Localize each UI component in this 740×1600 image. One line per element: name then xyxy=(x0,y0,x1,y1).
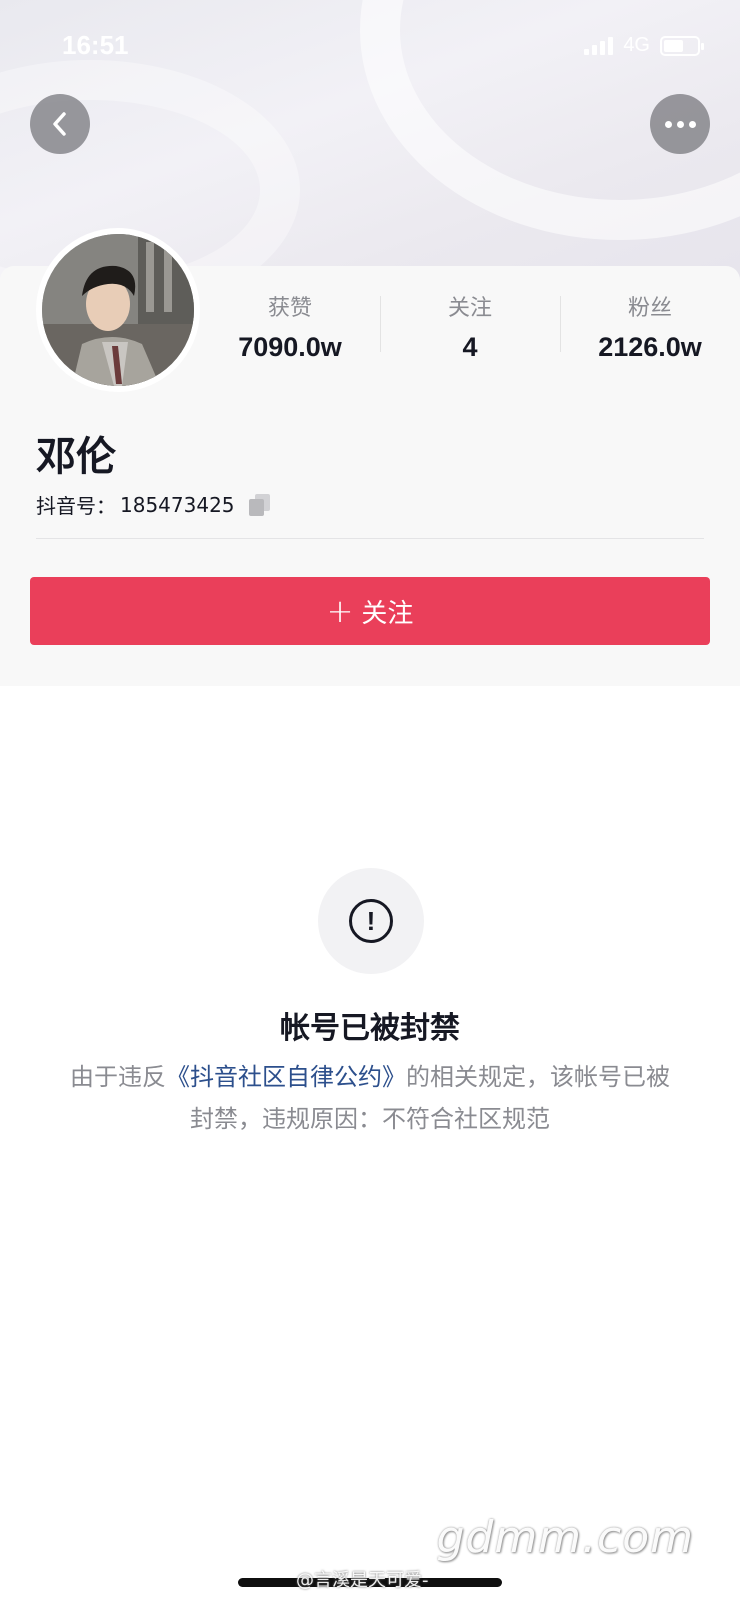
banned-desc-prefix: 由于违反 xyxy=(70,1063,166,1091)
divider xyxy=(36,538,704,539)
weibo-watermark: @言溪是天可爱- xyxy=(296,1570,429,1591)
follow-button-label: 关注 xyxy=(361,598,414,629)
back-button[interactable] xyxy=(30,94,90,154)
profile-name: 邓伦 xyxy=(36,434,116,480)
douyin-id-label: 抖音号： xyxy=(36,494,116,518)
battery-icon xyxy=(660,35,704,56)
stat-value: 7090.0w xyxy=(238,332,342,362)
more-dots-icon xyxy=(664,120,696,128)
douyin-id-row: 抖音号： 185473425 xyxy=(36,490,271,519)
stat-value: 2126.0w xyxy=(598,332,702,362)
signal-icon xyxy=(584,36,614,55)
exclamation-circle-icon: ! xyxy=(349,899,393,943)
copy-icon[interactable] xyxy=(248,493,271,516)
community-convention-link[interactable]: 《抖音社区自律公约》 xyxy=(166,1063,406,1091)
profile-stats: 获赞 7090.0w 关注 4 粉丝 2126.0w xyxy=(200,290,740,363)
stat-value: 4 xyxy=(462,332,478,362)
network-type: 4G xyxy=(623,34,650,56)
plus-icon: + xyxy=(326,592,354,630)
stat-label: 粉丝 xyxy=(627,296,672,321)
avatar xyxy=(42,234,194,386)
site-watermark: gdmm.com xyxy=(436,1512,694,1563)
stat-label: 获赞 xyxy=(267,296,312,321)
warning-badge: ! xyxy=(318,868,424,974)
status-time: 16:51 xyxy=(62,30,129,60)
follow-button[interactable]: + 关注 xyxy=(30,577,710,645)
more-options-button[interactable] xyxy=(650,94,710,154)
stat-followers[interactable]: 粉丝 2126.0w xyxy=(560,290,740,363)
avatar-frame[interactable] xyxy=(36,228,200,392)
banned-title: 帐号已被封禁 xyxy=(280,1011,460,1046)
stat-label: 关注 xyxy=(447,296,492,321)
banned-description: 由于违反《抖音社区自律公约》的相关规定，该帐号已被封禁，违规原因：不符合社区规范 xyxy=(60,1056,680,1140)
status-indicators: 4G xyxy=(584,34,704,57)
douyin-id-value: 185473425 xyxy=(120,492,235,517)
stat-following[interactable]: 关注 4 xyxy=(380,290,560,363)
chevron-left-icon xyxy=(53,112,66,136)
stat-likes[interactable]: 获赞 7090.0w xyxy=(200,290,380,363)
